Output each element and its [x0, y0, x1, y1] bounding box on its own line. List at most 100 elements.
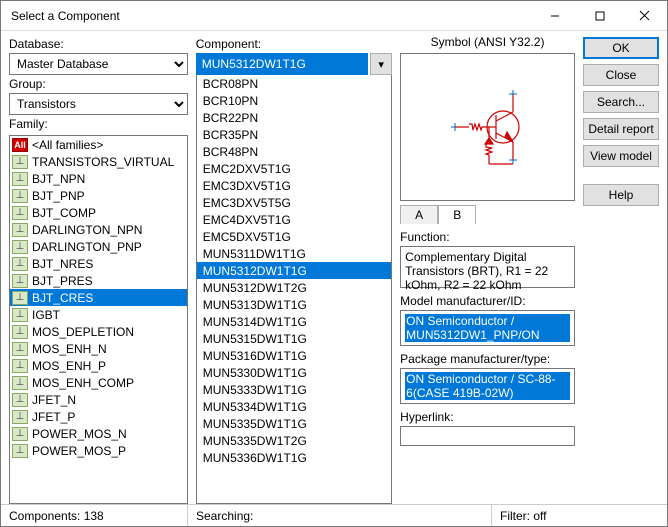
- transistor-family-icon: ⊥: [12, 223, 28, 237]
- transistor-family-icon: ⊥: [12, 444, 28, 458]
- transistor-family-icon: ⊥: [12, 155, 28, 169]
- transistor-family-icon: ⊥: [12, 308, 28, 322]
- help-button[interactable]: Help: [583, 184, 659, 206]
- component-label: Component:: [196, 37, 392, 51]
- transistor-family-icon: ⊥: [12, 240, 28, 254]
- family-item-label: MOS_ENH_COMP: [32, 376, 134, 390]
- family-item-label: TRANSISTORS_VIRTUAL: [32, 155, 174, 169]
- family-item-label: BJT_PNP: [32, 189, 85, 203]
- pkg-mfr-box[interactable]: ON Semiconductor / SC-88-6(CASE 419B-02W…: [400, 368, 575, 404]
- symbol-title: Symbol (ANSI Y32.2): [400, 35, 575, 49]
- family-item[interactable]: ⊥ IGBT: [10, 306, 187, 323]
- family-item[interactable]: ⊥ POWER_MOS_P: [10, 442, 187, 459]
- model-mfr-box[interactable]: ON Semiconductor / MUN5312DW1_PNP/ON: [400, 310, 575, 346]
- component-input[interactable]: [196, 53, 368, 75]
- tab-a[interactable]: A: [400, 205, 438, 224]
- component-item[interactable]: MUN5312DW1T2G: [197, 279, 391, 296]
- family-item[interactable]: ⊥JFET_N: [10, 391, 187, 408]
- component-item[interactable]: MUN5311DW1T1G: [197, 245, 391, 262]
- family-item[interactable]: ⊥ DARLINGTON_NPN: [10, 221, 187, 238]
- tab-b[interactable]: B: [438, 205, 476, 224]
- component-item[interactable]: EMC3DXV5T5G: [197, 194, 391, 211]
- content-area: Database: Master Database Group: Transis…: [1, 31, 667, 504]
- close-icon: [639, 10, 650, 21]
- family-item[interactable]: ⊥ BJT_CRES: [10, 289, 187, 306]
- component-item[interactable]: BCR48PN: [197, 143, 391, 160]
- component-item[interactable]: EMC4DXV5T1G: [197, 211, 391, 228]
- family-item-label: POWER_MOS_P: [32, 444, 126, 458]
- maximize-button[interactable]: [577, 1, 622, 31]
- family-item[interactable]: All<All families>: [10, 136, 187, 153]
- family-item[interactable]: ⊥ MOS_ENH_COMP: [10, 374, 187, 391]
- component-filter-button[interactable]: ▾: [370, 53, 392, 75]
- component-item[interactable]: MUN5335DW1T1G: [197, 415, 391, 432]
- family-item-label: BJT_NRES: [32, 257, 93, 271]
- status-components: Components: 138: [1, 505, 188, 526]
- family-item[interactable]: ⊥BJT_COMP: [10, 204, 187, 221]
- detail-report-button[interactable]: Detail report: [583, 118, 659, 140]
- component-item[interactable]: MUN5333DW1T1G: [197, 381, 391, 398]
- family-item[interactable]: ⊥BJT_PRES: [10, 272, 187, 289]
- family-item-label: DARLINGTON_NPN: [32, 223, 142, 237]
- family-item[interactable]: ⊥ TRANSISTORS_VIRTUAL: [10, 153, 187, 170]
- family-item[interactable]: ⊥MOS_DEPLETION: [10, 323, 187, 340]
- status-searching: Searching:: [188, 505, 492, 526]
- transistor-family-icon: ⊥: [12, 427, 28, 441]
- family-item-label: MOS_DEPLETION: [32, 325, 134, 339]
- database-combo[interactable]: Master Database: [9, 53, 188, 75]
- component-item[interactable]: MUN5334DW1T1G: [197, 398, 391, 415]
- component-item[interactable]: EMC5DXV5T1G: [197, 228, 391, 245]
- component-item[interactable]: MUN5335DW1T2G: [197, 432, 391, 449]
- component-item[interactable]: MUN5315DW1T1G: [197, 330, 391, 347]
- component-item[interactable]: BCR22PN: [197, 109, 391, 126]
- component-item[interactable]: MUN5336DW1T1G: [197, 449, 391, 466]
- component-item[interactable]: EMC3DXV5T1G: [197, 177, 391, 194]
- all-families-icon: All: [12, 138, 28, 152]
- function-label: Function:: [400, 230, 575, 244]
- transistor-family-icon: ⊥: [12, 291, 28, 305]
- component-item[interactable]: EMC2DXV5T1G: [197, 160, 391, 177]
- component-item[interactable]: BCR10PN: [197, 92, 391, 109]
- family-list[interactable]: All<All families>⊥TRANSISTORS_VIRTUAL⊥BJ…: [9, 135, 188, 504]
- component-item[interactable]: MUN5316DW1T1G: [197, 347, 391, 364]
- close-button[interactable]: Close: [583, 64, 659, 86]
- minimize-icon: [550, 11, 560, 21]
- family-item[interactable]: ⊥MOS_ENH_P: [10, 357, 187, 374]
- family-item[interactable]: ⊥ POWER_MOS_N: [10, 425, 187, 442]
- family-item-label: DARLINGTON_PNP: [32, 240, 142, 254]
- titlebar: Select a Component: [1, 1, 667, 31]
- ok-button[interactable]: OK: [583, 37, 659, 59]
- middle-column: Component: ▾ BCR08PNBCR10PNBCR22PNBCR35P…: [196, 35, 392, 504]
- component-item[interactable]: MUN5330DW1T1G: [197, 364, 391, 381]
- window-title: Select a Component: [11, 9, 532, 23]
- component-item[interactable]: BCR35PN: [197, 126, 391, 143]
- component-item[interactable]: MUN5312DW1T1G: [197, 262, 391, 279]
- function-box: Complementary Digital Transistors (BRT),…: [400, 246, 575, 288]
- family-item[interactable]: ⊥BJT_NPN: [10, 170, 187, 187]
- model-mfr-label: Model manufacturer/ID:: [400, 294, 575, 308]
- search-button[interactable]: Search...: [583, 91, 659, 113]
- family-item[interactable]: ⊥MOS_ENH_N: [10, 340, 187, 357]
- family-item[interactable]: ⊥BJT_NRES: [10, 255, 187, 272]
- component-item[interactable]: MUN5314DW1T1G: [197, 313, 391, 330]
- transistor-family-icon: ⊥: [12, 376, 28, 390]
- close-window-button[interactable]: [622, 1, 667, 31]
- family-item-label: MOS_ENH_N: [32, 342, 107, 356]
- left-column: Database: Master Database Group: Transis…: [9, 35, 188, 504]
- family-item[interactable]: ⊥BJT_PNP: [10, 187, 187, 204]
- component-list[interactable]: BCR08PNBCR10PNBCR22PNBCR35PNBCR48PNEMC2D…: [196, 75, 392, 504]
- family-item-label: POWER_MOS_N: [32, 427, 127, 441]
- family-item-label: IGBT: [32, 308, 60, 322]
- family-item-label: BJT_PRES: [32, 274, 93, 288]
- family-item-label: BJT_COMP: [32, 206, 96, 220]
- family-item[interactable]: ⊥JFET_P: [10, 408, 187, 425]
- group-combo[interactable]: Transistors: [9, 93, 188, 115]
- hyperlink-box[interactable]: [400, 426, 575, 446]
- family-item[interactable]: ⊥ DARLINGTON_PNP: [10, 238, 187, 255]
- view-model-button[interactable]: View model: [583, 145, 659, 167]
- database-label: Database:: [9, 37, 188, 51]
- component-item[interactable]: BCR08PN: [197, 75, 391, 92]
- component-item[interactable]: MUN5313DW1T1G: [197, 296, 391, 313]
- family-item-label: BJT_CRES: [32, 291, 93, 305]
- minimize-button[interactable]: [532, 1, 577, 31]
